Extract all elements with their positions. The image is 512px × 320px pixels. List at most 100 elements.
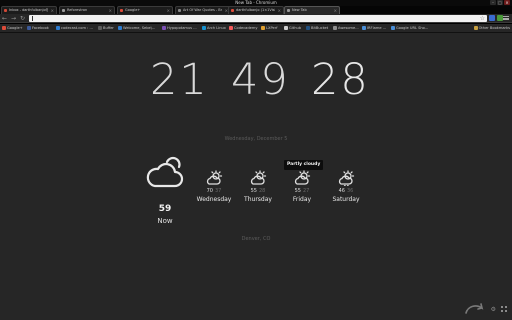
current-weather — [140, 156, 190, 196]
facebook-icon — [27, 26, 31, 30]
forecast-day: 70 37 Wednesday — [189, 170, 239, 204]
bitbucket-icon — [306, 26, 310, 30]
forecast-low: 27 — [303, 188, 310, 194]
tab-art-of-war[interactable]: Art Of War Quotes - BrainyQuote × — [175, 6, 231, 14]
google-plus-icon — [2, 26, 6, 30]
tab-strip: Inbox - darthfulbanjo@gmail.com × Refore… — [0, 6, 512, 14]
location-label: Denver, CO — [241, 236, 271, 242]
forward-button[interactable]: → — [11, 15, 16, 22]
browser-toolbar: ← → ↻ ☆ — [0, 14, 512, 23]
tab-new-tab[interactable]: New Tab × — [284, 6, 340, 14]
page-favicon-icon — [62, 9, 65, 12]
tab-darthfulbanjo[interactable]: darthfulbanjo (1×1Vision) ... × — [228, 6, 284, 14]
lxperf-icon — [261, 26, 265, 30]
tab-reforestron[interactable]: Reforestron × — [59, 6, 115, 14]
current-temperature: 59 — [158, 204, 172, 214]
tab-close-icon[interactable]: × — [109, 8, 112, 13]
awesome-icon — [333, 26, 337, 30]
bookmark-lxperf[interactable]: LXPerf — [261, 25, 277, 31]
tab-close-icon[interactable]: × — [51, 8, 54, 13]
bookmark-facebook[interactable]: Facebook — [27, 25, 49, 31]
current-label: Now — [157, 217, 173, 225]
page-favicon-icon — [178, 9, 181, 12]
google-plus-favicon-icon — [231, 9, 234, 12]
github-icon — [284, 26, 288, 30]
weather-tooltip: Partly cloudy — [284, 160, 324, 170]
google-url-shortener-icon — [391, 26, 395, 30]
forecast-high: 55 — [294, 188, 301, 194]
clock-seconds: 28 — [311, 55, 370, 105]
codecast-icon — [56, 26, 60, 30]
tab-label: Reforestron — [67, 8, 88, 12]
bookmark-awesome[interactable]: Awesome... — [333, 25, 359, 31]
forecast-high: 46 — [338, 188, 345, 194]
buffer-icon — [98, 26, 102, 30]
folder-icon — [473, 26, 478, 30]
bookmark-arch-linux[interactable]: Arch Linux — [202, 25, 226, 31]
partly-cloudy-icon — [206, 170, 223, 185]
tab-label: Google+ — [125, 8, 141, 12]
bookmark-google-plus[interactable]: Google+ — [2, 25, 23, 31]
forecast-day: 46 36 Saturday — [321, 170, 371, 204]
bottom-controls: ⚙ — [464, 303, 507, 315]
irflame-icon — [362, 26, 366, 30]
tab-inbox[interactable]: Inbox - darthfulbanjo@gmail.com × — [1, 6, 57, 14]
forecast-low: 37 — [215, 188, 222, 194]
bookmarks-bar: Google+ Facebook codecast.com : ... Buff… — [0, 24, 512, 33]
hypopotamus-icon — [162, 26, 166, 30]
welcome-icon — [118, 26, 122, 30]
forecast-low: 36 — [347, 188, 354, 194]
refresh-icon[interactable] — [464, 303, 486, 315]
grid-icon[interactable] — [501, 306, 507, 312]
bookmark-irflame[interactable]: IRFlame ... — [362, 25, 386, 31]
tab-google-plus[interactable]: Google+ × — [117, 6, 173, 14]
back-button[interactable]: ← — [2, 15, 7, 22]
bookmark-buffer[interactable]: Buffer — [98, 25, 114, 31]
close-button[interactable]: × — [504, 0, 510, 5]
window-controls: – □ × — [490, 0, 510, 5]
forecast-low: 28 — [259, 188, 266, 194]
forecast-day-name: Wednesday — [196, 196, 232, 203]
tab-label: Art Of War Quotes - BrainyQuote — [183, 8, 222, 12]
bookmark-star-icon[interactable]: ☆ — [480, 15, 485, 22]
tab-close-icon[interactable]: × — [278, 8, 281, 13]
address-bar[interactable]: ☆ — [29, 15, 487, 22]
date-label: Wednesday, December 5 — [224, 136, 288, 142]
reload-button[interactable]: ↻ — [20, 15, 25, 22]
forecast-day-name: Thursday — [244, 196, 272, 203]
minimize-button[interactable]: – — [490, 0, 496, 5]
tab-close-icon[interactable]: × — [167, 8, 170, 13]
tab-label: darthfulbanjo (1×1Vision) ... — [236, 8, 275, 12]
text-cursor — [32, 16, 33, 21]
extension-icon[interactable] — [489, 15, 495, 21]
forecast-day: 55 28 Thursday — [233, 170, 283, 204]
forecast-high: 55 — [250, 188, 257, 194]
tab-label: New Tab — [292, 8, 307, 12]
page-favicon-icon — [287, 9, 290, 12]
tab-close-icon[interactable]: × — [334, 8, 337, 13]
bookmark-welcome[interactable]: Welcome, Sebe\... — [118, 25, 155, 31]
bookmark-bitbucket[interactable]: BitBucket — [306, 25, 328, 31]
arch-linux-icon — [202, 26, 206, 30]
forecast-day-name: Saturday — [332, 196, 360, 203]
forecast-high: 70 — [206, 188, 213, 194]
window-title: New Tab - Chromium — [235, 0, 277, 5]
clock-hours: 21 — [150, 55, 209, 105]
settings-icon[interactable]: ⚙ — [491, 306, 496, 313]
google-plus-favicon-icon — [120, 9, 123, 12]
bookmark-google-url-shortener[interactable]: Google URL Sho... — [391, 25, 428, 31]
bookmark-hypopotamus[interactable]: Hypopotamus ... — [162, 25, 197, 31]
cloud-icon — [146, 156, 184, 188]
maximize-button[interactable]: □ — [497, 0, 503, 5]
bookmark-codecademy[interactable]: Codecademy — [229, 25, 258, 31]
codecademy-icon — [229, 26, 233, 30]
menu-icon[interactable] — [503, 15, 509, 21]
forecast-day-name: Friday — [292, 196, 312, 203]
partly-cloudy-icon — [294, 170, 311, 185]
forecast-day: 55 27 Friday — [277, 170, 327, 204]
bookmark-codecast[interactable]: codecast.com : ... — [56, 25, 93, 31]
other-bookmarks[interactable]: Other Bookmarks — [473, 25, 510, 31]
tab-label: Inbox - darthfulbanjo@gmail.com — [9, 8, 48, 12]
clock-minutes: 49 — [231, 55, 290, 105]
bookmark-github[interactable]: Github — [284, 25, 301, 31]
